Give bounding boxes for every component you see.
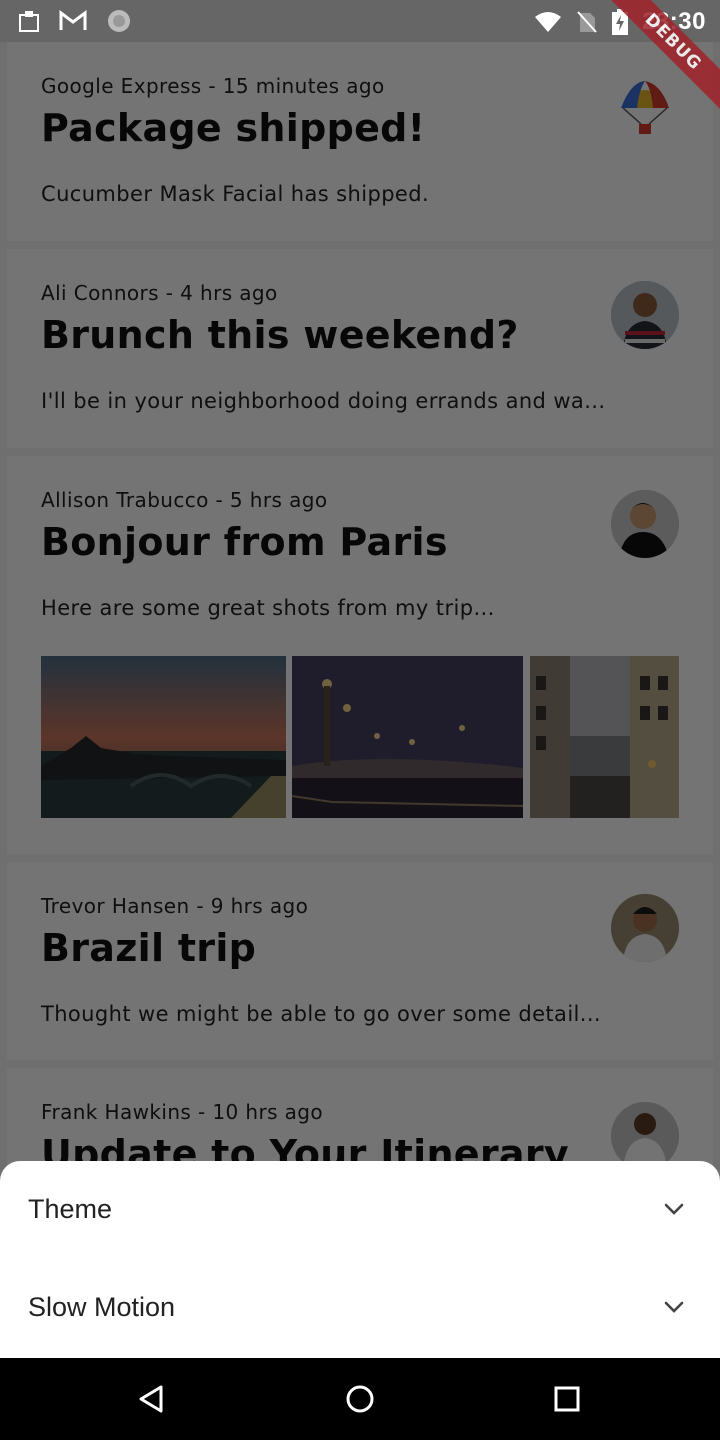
slow-motion-label: Slow Motion <box>28 1292 176 1322</box>
email-preview: Here are some great shots from my trip..… <box>41 596 495 620</box>
email-title: Package shipped! <box>41 106 426 150</box>
navigation-bar <box>0 1358 720 1440</box>
email-card[interactable]: Google Express - 15 minutes ago Package … <box>7 42 713 241</box>
email-card[interactable]: Ali Connors - 4 hrs ago Brunch this week… <box>7 249 713 448</box>
email-card[interactable]: Trevor Hansen - 9 hrs ago Brazil trip Th… <box>7 862 713 1060</box>
email-preview: Cucumber Mask Facial has shipped. <box>41 182 430 206</box>
gmail-icon <box>59 10 87 30</box>
email-meta: Trevor Hansen - 9 hrs ago <box>41 894 309 918</box>
photo-thumbnail[interactable] <box>41 656 286 818</box>
chevron-down-icon[interactable] <box>662 1197 686 1221</box>
email-preview: Thought we might be able to go over some… <box>41 1002 602 1026</box>
email-title: Bonjour from Paris <box>41 520 448 564</box>
no-sim-icon <box>577 11 597 33</box>
email-meta: Allison Trabucco - 5 hrs ago <box>41 488 328 512</box>
clipboard-icon <box>19 11 39 32</box>
photo-thumbnail[interactable] <box>292 656 523 818</box>
email-title: Brazil trip <box>41 926 257 970</box>
balloon-icon <box>621 81 669 134</box>
slow-motion-option[interactable]: Slow Motion <box>0 1259 720 1357</box>
status-bar: 23:30 <box>0 0 720 42</box>
email-meta: Frank Hawkins - 10 hrs ago <box>41 1100 324 1124</box>
photo-thumbnail[interactable] <box>530 656 679 818</box>
sync-icon <box>108 10 130 32</box>
home-icon[interactable] <box>343 1382 377 1416</box>
email-meta: Ali Connors - 4 hrs ago <box>41 281 278 305</box>
email-preview: I'll be in your neighborhood doing erran… <box>41 389 606 413</box>
recents-icon[interactable] <box>550 1382 584 1416</box>
avatar <box>611 894 679 962</box>
theme-option[interactable]: Theme <box>0 1161 720 1259</box>
wifi-icon <box>535 12 562 32</box>
settings-bottom-sheet: Theme Slow Motion <box>0 1161 720 1358</box>
theme-label: Theme <box>28 1194 113 1224</box>
avatar <box>611 490 679 558</box>
avatar <box>611 1102 679 1170</box>
avatar <box>611 281 679 349</box>
email-title: Brunch this weekend? <box>41 313 519 357</box>
email-meta: Google Express - 15 minutes ago <box>41 74 385 98</box>
chevron-down-icon[interactable] <box>662 1295 686 1319</box>
status-left-icons <box>18 8 132 34</box>
back-icon[interactable] <box>135 1382 169 1416</box>
